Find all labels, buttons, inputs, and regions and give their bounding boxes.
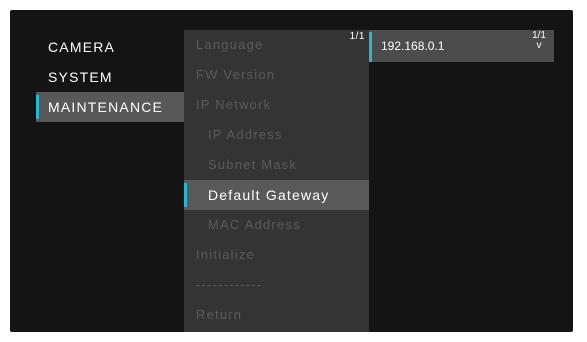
selection-indicator: [184, 183, 187, 207]
submenu-item-label: MAC Address: [208, 217, 301, 232]
submenu-item-label: IP Network: [196, 97, 272, 112]
submenu-item-ip-address[interactable]: IP Address: [184, 120, 369, 150]
submenu-item-label: Return: [196, 307, 243, 322]
chevron-down-icon: v: [536, 40, 542, 51]
menu-item-label: SYSTEM: [48, 69, 113, 85]
submenu-item-fw-version[interactable]: FW Version: [184, 60, 369, 90]
main-menu: CAMERA SYSTEM MAINTENANCE: [36, 32, 186, 122]
submenu-item-label: Default Gateway: [208, 187, 330, 203]
submenu-item-label: Initialize: [196, 247, 255, 262]
gateway-value: 192.168.0.1: [381, 39, 445, 53]
selection-indicator: [36, 95, 39, 119]
submenu-item-language[interactable]: Language: [184, 30, 369, 60]
submenu-item-subnet-mask[interactable]: Subnet Mask: [184, 150, 369, 180]
maintenance-submenu: 1/1 Language FW Version IP Network IP Ad…: [184, 30, 369, 332]
menu-item-camera[interactable]: CAMERA: [36, 32, 186, 62]
menu-item-label: MAINTENANCE: [48, 99, 164, 115]
osd-screen: CAMERA SYSTEM MAINTENANCE 1/1 Language F…: [10, 10, 573, 332]
submenu-separator: ------------: [184, 270, 369, 300]
selection-indicator: [369, 32, 372, 62]
page-indicator: 1/1 v: [532, 31, 546, 51]
submenu-item-default-gateway[interactable]: Default Gateway: [184, 180, 369, 210]
gateway-value-row[interactable]: 192.168.0.1 1/1 v: [369, 30, 554, 62]
submenu-item-return[interactable]: Return: [184, 300, 369, 330]
submenu-item-label: Language: [196, 37, 264, 52]
separator-dashes: ------------: [196, 277, 263, 292]
submenu-item-ip-network[interactable]: IP Network: [184, 90, 369, 120]
submenu-item-label: IP Address: [208, 127, 283, 142]
submenu-item-mac-address[interactable]: MAC Address: [184, 210, 369, 240]
menu-item-label: CAMERA: [48, 39, 116, 55]
submenu-item-label: Subnet Mask: [208, 157, 298, 172]
submenu-item-initialize[interactable]: Initialize: [184, 240, 369, 270]
submenu-item-label: FW Version: [196, 67, 276, 82]
menu-item-system[interactable]: SYSTEM: [36, 62, 186, 92]
menu-item-maintenance[interactable]: MAINTENANCE: [36, 92, 186, 122]
